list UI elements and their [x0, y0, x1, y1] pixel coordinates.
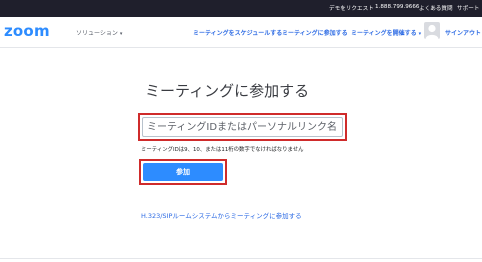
schedule-meeting-link[interactable]: ミーティングをスケジュールする: [193, 28, 282, 37]
solutions-label: ソリューション: [76, 30, 118, 37]
h323-sip-join-link[interactable]: H.323/SIPルームシステムからミーティングに参加する: [141, 210, 302, 220]
host-meeting-label: ミーティングを開催する: [351, 30, 417, 37]
footer-divider: [0, 258, 482, 259]
user-avatar-icon[interactable]: [424, 22, 440, 39]
join-meeting-link[interactable]: ミーティングに参加する: [282, 28, 348, 37]
sign-out-link[interactable]: サインアウト: [445, 28, 481, 37]
solutions-menu[interactable]: ソリューション ▾: [76, 28, 122, 37]
main-navbar: zoom ソリューション ▾ ミーティングをスケジュールする ミーティングに参加す…: [0, 17, 482, 48]
zoom-logo[interactable]: zoom: [4, 22, 50, 40]
page-title: ミーティングに参加する: [145, 82, 310, 100]
chevron-down-icon: ▾: [119, 31, 123, 37]
join-button[interactable]: 参加: [143, 163, 223, 181]
demo-request-link[interactable]: デモをリクエスト: [329, 4, 374, 12]
meeting-id-input[interactable]: [142, 117, 343, 137]
top-utility-bar: デモをリクエスト 1.888.799.9666 よくある質問 サポート: [0, 0, 482, 17]
chevron-down-icon: ▾: [418, 31, 422, 37]
host-meeting-menu[interactable]: ミーティングを開催する ▾: [351, 28, 421, 37]
support-link[interactable]: サポート: [457, 4, 479, 12]
faq-link[interactable]: よくある質問: [419, 4, 453, 12]
meeting-id-helper-text: ミーティングIDは9、10、または11桁の数字でなければなりません: [141, 147, 304, 153]
phone-number-link[interactable]: 1.888.799.9666: [375, 4, 419, 10]
